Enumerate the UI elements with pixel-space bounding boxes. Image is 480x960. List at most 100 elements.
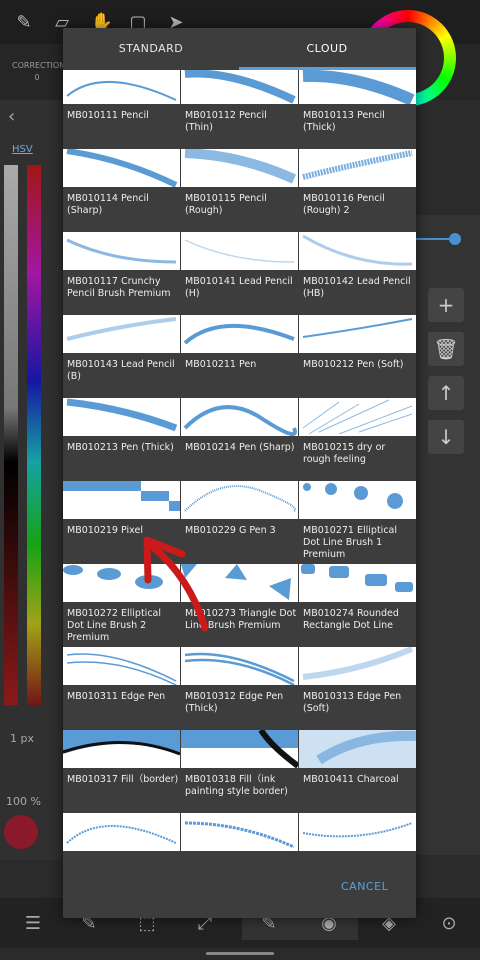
brush-name: MB010272 Elliptical Dot Line Brush 2 Pre… — [67, 608, 161, 643]
brush-preview — [63, 315, 180, 353]
brush-item[interactable]: MB010114 Pencil (Sharp) — [63, 149, 180, 229]
brush-item[interactable]: MB010219 Pixel — [63, 481, 180, 561]
brush-preview — [63, 232, 180, 270]
brush-preview — [299, 647, 416, 685]
opacity-label: 100 % — [6, 795, 41, 808]
brush-item[interactable]: MB010213 Pen (Thick) — [63, 398, 180, 478]
brush-name: MB010215 dry or rough feeling — [303, 442, 386, 465]
brush-item[interactable]: MB010317 Fill（border) — [63, 730, 180, 810]
brush-preview — [181, 481, 298, 519]
correction-control[interactable]: CORRECTION 0 — [12, 60, 66, 84]
brush-name: MB010115 Pencil (Rough) — [185, 193, 267, 216]
brush-item[interactable]: MB010214 Pen (Sharp) — [181, 398, 298, 478]
brush-name: MB010229 G Pen 3 — [185, 525, 276, 536]
brush-item[interactable]: MB010318 Fill（ink painting style border) — [181, 730, 298, 810]
brush-preview — [181, 232, 298, 270]
brush-item[interactable]: MB010272 Elliptical Dot Line Brush 2 Pre… — [63, 564, 180, 644]
brush-item[interactable]: MB010112 Pencil (Thin) — [181, 70, 298, 146]
brush-item[interactable]: MB010142 Lead Pencil (HB) — [299, 232, 416, 312]
hue-slider[interactable] — [27, 165, 41, 705]
pencil-icon[interactable]: ✎ — [8, 6, 40, 38]
brightness-slider[interactable] — [4, 165, 18, 705]
brush-item[interactable]: MB010312 Edge Pen (Thick) — [181, 647, 298, 727]
brush-item[interactable] — [181, 813, 298, 856]
brush-preview — [299, 564, 416, 602]
brush-item[interactable]: MB010111 Pencil — [63, 70, 180, 146]
brush-select-dialog: STANDARD CLOUD MB010111 Pencil MB010112 P… — [63, 28, 416, 918]
brush-name: MB010213 Pen (Thick) — [67, 442, 174, 453]
layer-opacity-knob[interactable] — [449, 233, 461, 245]
brush-item[interactable]: MB010274 Rounded Rectangle Dot Line — [299, 564, 416, 644]
brush-name: MB010271 Elliptical Dot Line Brush 1 Pre… — [303, 525, 397, 560]
brush-item[interactable]: MB010271 Elliptical Dot Line Brush 1 Pre… — [299, 481, 416, 561]
brush-name: MB010411 Charcoal — [303, 774, 399, 785]
brush-preview — [181, 647, 298, 685]
brush-item[interactable]: MB010229 G Pen 3 — [181, 481, 298, 561]
brush-preview — [299, 730, 416, 768]
brush-preview — [181, 730, 298, 768]
brush-item[interactable]: MB010113 Pencil (Thick) — [299, 70, 416, 146]
brush-item[interactable]: MB010215 dry or rough feeling — [299, 398, 416, 478]
brush-name: MB010112 Pencil (Thin) — [185, 110, 267, 133]
brush-name: MB010311 Edge Pen — [67, 691, 166, 702]
brush-preview — [299, 481, 416, 519]
brush-name: MB010211 Pen — [185, 359, 257, 370]
brush-item[interactable]: MB010411 Charcoal — [299, 730, 416, 810]
current-color-swatch[interactable] — [4, 815, 38, 849]
brush-preview — [181, 70, 298, 104]
brush-name: MB010114 Pencil (Sharp) — [67, 193, 149, 216]
brush-name: MB010219 Pixel — [67, 525, 143, 536]
cancel-button[interactable]: CANCEL — [341, 880, 388, 893]
brush-preview — [63, 398, 180, 436]
brush-item[interactable]: MB010313 Edge Pen (Soft) — [299, 647, 416, 727]
back-arrow-icon[interactable]: ‹ — [8, 106, 15, 127]
brush-item[interactable]: MB010273 Triangle Dot Line Brush Premium — [181, 564, 298, 644]
tab-bar: STANDARD CLOUD — [63, 28, 416, 70]
brush-name: MB010116 Pencil (Rough) 2 — [303, 193, 385, 216]
brush-item[interactable]: MB010211 Pen — [181, 315, 298, 395]
brush-preview — [63, 647, 180, 685]
brush-item[interactable] — [63, 813, 180, 856]
brush-preview — [181, 813, 298, 851]
brush-preview — [181, 149, 298, 187]
brush-item[interactable]: MB010117 Crunchy Pencil Brush Premium — [63, 232, 180, 312]
move-down-icon[interactable]: ↓ — [428, 420, 464, 454]
home-indicator — [206, 952, 274, 955]
brush-preview — [299, 398, 416, 436]
brush-preview — [63, 481, 180, 519]
brush-item[interactable] — [299, 813, 416, 856]
brush-name: MB010113 Pencil (Thick) — [303, 110, 385, 133]
brush-item[interactable]: MB010141 Lead Pencil (H) — [181, 232, 298, 312]
brush-name: MB010141 Lead Pencil (H) — [185, 276, 293, 299]
more-icon[interactable]: ⊙ — [434, 908, 464, 938]
brush-name: MB010313 Edge Pen (Soft) — [303, 691, 402, 714]
brush-item[interactable]: MB010115 Pencil (Rough) — [181, 149, 298, 229]
add-layer-icon[interactable]: + — [428, 288, 464, 322]
brush-item[interactable]: MB010311 Edge Pen — [63, 647, 180, 727]
brush-grid: MB010111 Pencil MB010112 Pencil (Thin) MB0… — [63, 70, 416, 856]
brush-preview — [181, 315, 298, 353]
brush-preview — [63, 730, 180, 768]
brush-preview — [63, 70, 180, 104]
brush-name: MB010318 Fill（ink painting style border) — [185, 774, 288, 797]
trash-icon[interactable]: 🗑 — [428, 332, 464, 366]
tab-standard[interactable]: STANDARD — [63, 28, 239, 68]
brush-preview — [299, 149, 416, 187]
brush-preview — [63, 813, 180, 851]
brush-name: MB010117 Crunchy Pencil Brush Premium — [67, 276, 171, 299]
hsv-tab[interactable]: HSV — [12, 144, 33, 155]
brush-preview — [299, 315, 416, 353]
correction-value: 0 — [34, 73, 40, 82]
brush-item[interactable]: MB010212 Pen (Soft) — [299, 315, 416, 395]
brush-name: MB010143 Lead Pencil (B) — [67, 359, 175, 382]
menu-icon[interactable]: ☰ — [18, 908, 48, 938]
brush-preview — [181, 564, 298, 602]
brush-preview — [63, 564, 180, 602]
brush-item[interactable]: MB010143 Lead Pencil (B) — [63, 315, 180, 395]
brush-item[interactable]: MB010116 Pencil (Rough) 2 — [299, 149, 416, 229]
brush-name: MB010212 Pen (Soft) — [303, 359, 404, 370]
tab-cloud[interactable]: CLOUD — [239, 28, 415, 68]
move-up-icon[interactable]: ↑ — [428, 376, 464, 410]
correction-label: CORRECTION — [12, 61, 66, 70]
brush-preview — [63, 149, 180, 187]
